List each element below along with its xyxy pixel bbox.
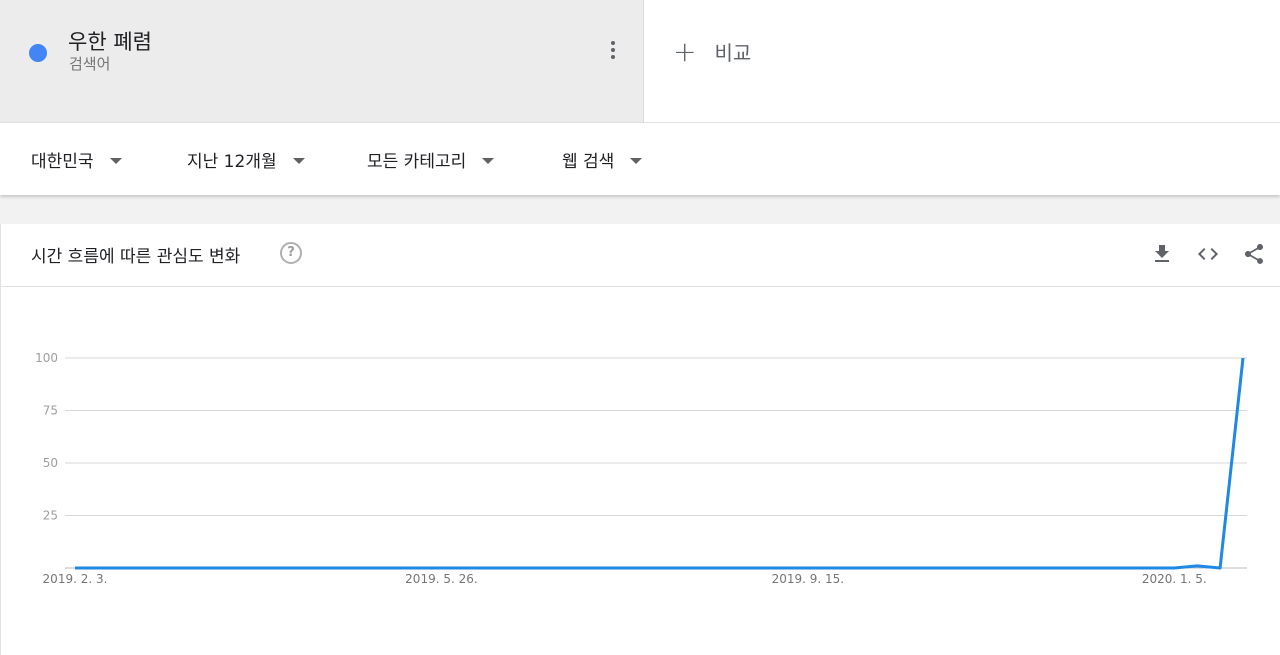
period-label: 지난 12개월 xyxy=(187,152,277,172)
plus-icon: + xyxy=(673,34,697,68)
dropdown-arrow-icon xyxy=(482,157,495,164)
card-title: 시간 흐름에 따른 관심도 변화 xyxy=(31,247,241,267)
y-tick-label: 100 xyxy=(35,351,58,365)
x-tick-label: 2019. 5. 26. xyxy=(405,572,478,586)
interest-line-chart: 25 50 75 100 2019. 2. 3. 2019. 5. 26. 2019. 9.… xyxy=(35,351,1247,586)
term-bar: 우한 폐렴 검색어 + 비교 xyxy=(0,0,1280,122)
search-type-label: 웹 검색 xyxy=(562,152,615,172)
interest-over-time-card: 시간 흐름에 따른 관심도 변화 ? 25 50 75 100 2019. 2. 3. 2… xyxy=(0,224,1280,655)
search-type-dropdown[interactable]: 웹 검색 xyxy=(562,147,643,172)
dropdown-arrow-icon xyxy=(109,157,122,164)
x-tick-label: 2019. 9. 15. xyxy=(772,572,845,586)
compare-label: 비교 xyxy=(714,41,752,65)
card-header: 시간 흐름에 따른 관심도 변화 ? xyxy=(1,224,1280,287)
compare-button[interactable]: + 비교 xyxy=(673,37,751,66)
search-term-card[interactable]: 우한 폐렴 검색어 xyxy=(0,0,644,122)
dropdown-arrow-icon xyxy=(292,157,305,164)
region-label: 대한민국 xyxy=(31,152,94,172)
share-icon[interactable] xyxy=(1242,242,1266,266)
x-tick-label: 2019. 2. 3. xyxy=(43,572,108,586)
search-term-type: 검색어 xyxy=(69,55,111,73)
y-tick-label: 75 xyxy=(43,404,58,418)
dropdown-arrow-icon xyxy=(630,157,643,164)
help-icon[interactable]: ? xyxy=(280,242,302,264)
search-term-title[interactable]: 우한 폐렴 xyxy=(68,26,152,56)
term-color-dot xyxy=(29,44,47,62)
embed-icon[interactable] xyxy=(1196,242,1220,266)
download-icon[interactable] xyxy=(1150,242,1174,266)
category-dropdown[interactable]: 모든 카테고리 xyxy=(367,147,495,172)
y-tick-label: 50 xyxy=(43,456,58,470)
region-dropdown[interactable]: 대한민국 xyxy=(31,147,122,172)
category-label: 모든 카테고리 xyxy=(367,152,467,172)
x-tick-label: 2020. 1. 5. xyxy=(1142,572,1207,586)
more-options-icon[interactable] xyxy=(603,38,623,62)
card-actions xyxy=(1150,242,1266,266)
filter-bar: 대한민국 지난 12개월 모든 카테고리 웹 검색 xyxy=(0,122,1280,195)
period-dropdown[interactable]: 지난 12개월 xyxy=(187,147,305,172)
y-tick-label: 25 xyxy=(43,509,58,523)
